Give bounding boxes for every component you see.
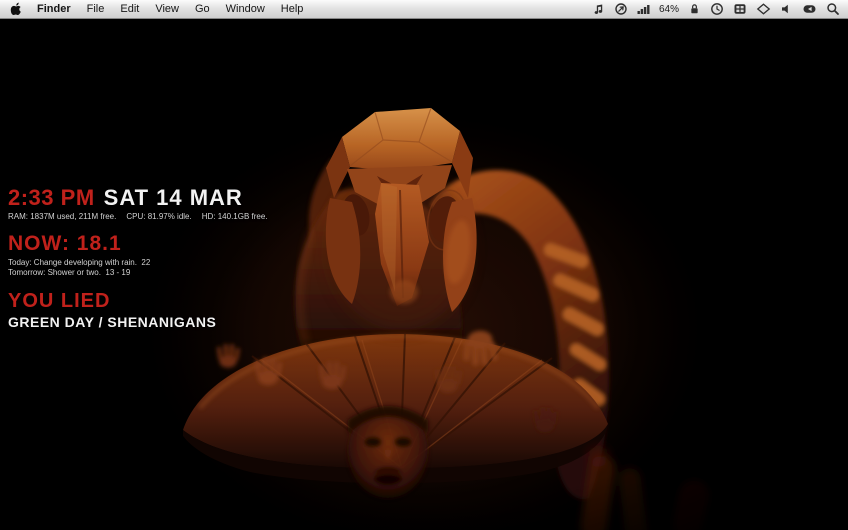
clock-time: 2:33 PM [8, 185, 95, 211]
weather-today: Today: Change developing with rain. 22 [8, 258, 268, 268]
apple-menu[interactable] [5, 0, 29, 18]
cpu-stat: CPU: 81.97% idle. [126, 212, 191, 221]
menubar-menus: Finder File Edit View Go Window Help [5, 0, 311, 18]
menubar-status-area: 64% [591, 0, 843, 18]
apple-logo-icon [10, 2, 22, 16]
menu-item-go[interactable]: Go [187, 0, 218, 18]
clock-date: SAT 14 MAR [104, 185, 243, 211]
menu-item-view[interactable]: View [147, 0, 187, 18]
diamond-icon[interactable] [755, 0, 772, 18]
signal-bars-icon[interactable] [636, 0, 651, 18]
clock-icon[interactable] [709, 0, 725, 18]
menu-item-help[interactable]: Help [273, 0, 312, 18]
menu-item-finder[interactable]: Finder [29, 0, 79, 18]
battery-percent-label[interactable]: 64% [658, 4, 680, 15]
weather-now: NOW: 18.1 [8, 232, 268, 256]
spotlight-search-icon[interactable] [825, 0, 841, 18]
music-note-icon[interactable] [591, 0, 606, 18]
menu-item-edit[interactable]: Edit [112, 0, 147, 18]
desktop: { "menubar": { "items": [ {"label": "Fin… [0, 0, 848, 530]
now-playing-artist-album: GREEN DAY / SHENANIGANS [8, 314, 268, 330]
volume-icon[interactable] [779, 0, 794, 18]
lock-icon[interactable] [687, 0, 702, 18]
ram-stat: RAM: 1837M used, 211M free. [8, 212, 116, 221]
user-switch-icon[interactable] [801, 0, 818, 18]
system-stats-widget: RAM: 1837M used, 211M free. CPU: 81.97% … [8, 212, 268, 221]
sync-arrows-icon[interactable] [613, 0, 629, 18]
menubar: Finder File Edit View Go Window Help 64% [0, 0, 848, 19]
menu-item-file[interactable]: File [79, 0, 113, 18]
spaces-grid-icon[interactable] [732, 0, 748, 18]
now-playing-track: YOU LIED [8, 290, 268, 313]
hd-stat: HD: 140.1GB free. [202, 212, 268, 221]
clock-widget: 2:33 PM SAT 14 MAR [8, 185, 268, 211]
menu-item-window[interactable]: Window [218, 0, 273, 18]
weather-tomorrow: Tomorrow: Shower or two. 13 - 19 [8, 268, 268, 278]
desktop-widgets: 2:33 PM SAT 14 MAR RAM: 1837M used, 211M… [8, 185, 268, 330]
